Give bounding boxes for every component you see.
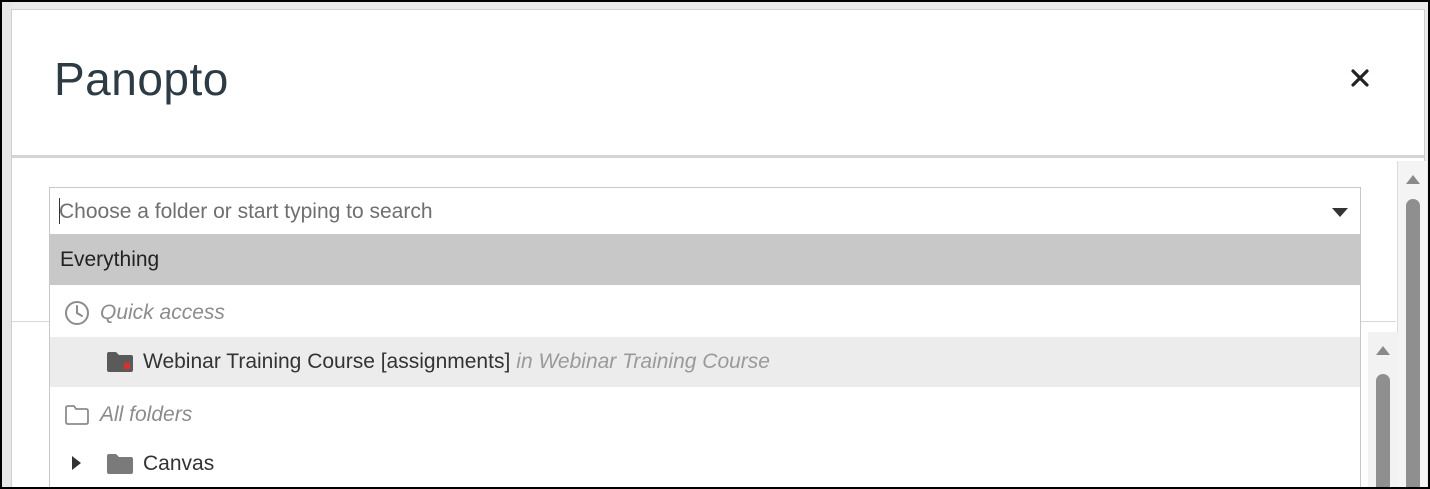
- option-context: in Webinar Training Course: [516, 350, 770, 373]
- option-webinar-assignments[interactable]: Webinar Training Course [assignments] in …: [50, 337, 1360, 387]
- dialog-scrollbar[interactable]: [1397, 161, 1427, 487]
- screenshot-frame: Panopto Everything: [0, 0, 1430, 489]
- expand-arrow-icon[interactable]: [72, 456, 81, 470]
- dialog-header: Panopto: [12, 10, 1424, 158]
- clock-icon: [65, 301, 89, 325]
- folder-outline-icon: [65, 405, 89, 425]
- assignment-folder-icon: [107, 352, 133, 372]
- text-cursor: [59, 198, 60, 224]
- all-folders-header: All folders: [50, 389, 1360, 439]
- option-label: Everything: [60, 248, 160, 271]
- scroll-thumb[interactable]: [1376, 374, 1390, 487]
- folder-dropdown-list: Everything Quick access Webinar Training…: [49, 235, 1361, 487]
- option-name: Webinar Training Course [assignments]: [143, 350, 511, 373]
- scroll-up-arrow-icon[interactable]: [1406, 175, 1420, 184]
- close-button[interactable]: [1342, 60, 1378, 96]
- all-folders-label: All folders: [100, 403, 193, 426]
- scroll-thumb[interactable]: [1406, 199, 1420, 487]
- folder-icon: [107, 454, 133, 474]
- folder-select[interactable]: [49, 187, 1361, 235]
- quick-access-header: Quick access: [50, 287, 1360, 337]
- caret-down-icon[interactable]: [1332, 208, 1348, 217]
- option-everything[interactable]: Everything: [50, 235, 1360, 285]
- option-canvas[interactable]: Canvas: [50, 439, 1360, 487]
- quick-access-label: Quick access: [100, 301, 225, 324]
- option-name: Canvas: [143, 452, 215, 475]
- close-icon: [1351, 69, 1369, 87]
- dialog-title: Panopto: [54, 53, 229, 105]
- scroll-up-arrow-icon[interactable]: [1376, 346, 1390, 355]
- body-scrollbar[interactable]: [1368, 332, 1398, 487]
- folder-search-input[interactable]: [59, 198, 1259, 226]
- panopto-dialog: Panopto Everything: [11, 9, 1427, 487]
